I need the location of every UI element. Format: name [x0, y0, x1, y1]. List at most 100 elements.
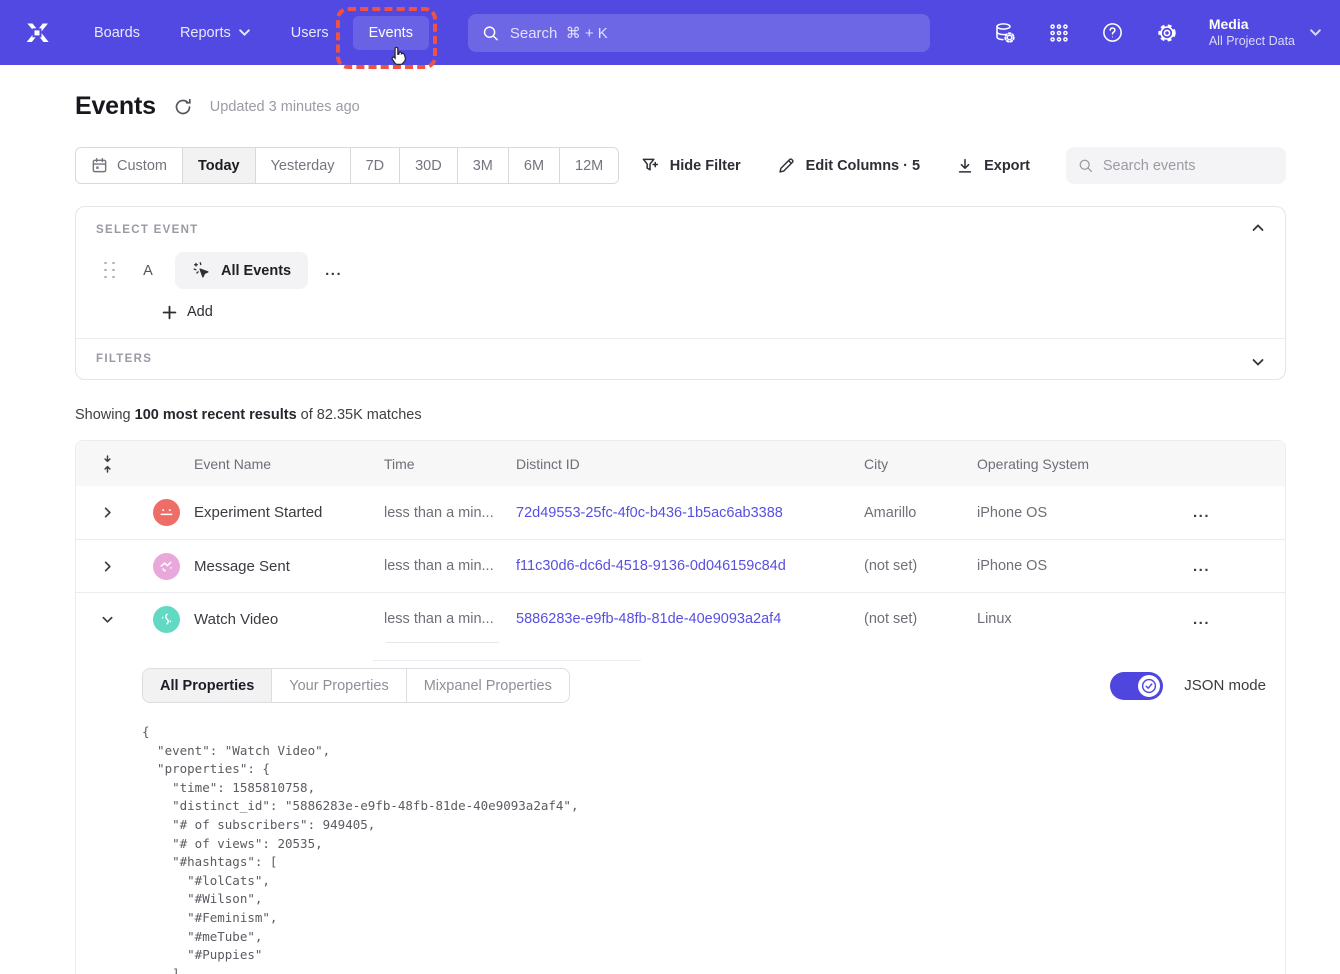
date-range-3m[interactable]: 3M — [457, 148, 508, 183]
date-range-today[interactable]: Today — [182, 148, 255, 183]
export-button[interactable]: Export — [956, 157, 1030, 175]
table-row-expanded[interactable]: Watch Video less than a min... 5886283e-… — [76, 592, 1285, 645]
primary-nav: Boards Reports Users Events — [78, 16, 429, 50]
tab-mixpanel-properties[interactable]: Mixpanel Properties — [406, 669, 569, 702]
page-title: Events — [75, 92, 156, 121]
filters-section[interactable]: FILTERS — [76, 338, 1285, 379]
table-header-row: Event Name Time Distinct ID City Operati… — [76, 441, 1285, 486]
chevron-right-icon — [101, 506, 114, 519]
expand-row-button[interactable] — [76, 560, 138, 573]
event-name: Watch Video — [194, 611, 384, 628]
hide-filter-button[interactable]: Hide Filter — [641, 156, 741, 175]
filters-label: FILTERS — [96, 353, 1265, 365]
tab-your-properties[interactable]: Your Properties — [271, 669, 405, 702]
apps-grid-icon[interactable] — [1047, 21, 1071, 45]
add-event-button[interactable]: Add — [96, 304, 213, 320]
event-time: less than a min... — [384, 611, 516, 627]
nav-item-users[interactable]: Users — [275, 16, 345, 50]
event-selector-pill[interactable]: All Events — [175, 252, 308, 289]
top-nav: X Boards Reports Users Events — [0, 0, 1340, 65]
collapse-all-icon[interactable] — [76, 455, 138, 473]
event-selector-label: All Events — [221, 263, 291, 279]
tab-all-properties[interactable]: All Properties — [143, 669, 271, 702]
search-events-input[interactable] — [1103, 158, 1274, 174]
column-header-distinct-id[interactable]: Distinct ID — [516, 456, 864, 472]
event-os: iPhone OS — [977, 505, 1177, 521]
date-range-6m[interactable]: 6M — [508, 148, 559, 183]
main-content: Events Updated 3 minutes ago Custom Toda… — [0, 65, 1340, 974]
event-city: (not set) — [864, 558, 977, 574]
event-json-view: { "event": "Watch Video", "properties": … — [142, 723, 1266, 974]
global-search[interactable] — [468, 14, 930, 52]
toolbar-actions: Hide Filter Edit Columns · 5 Export — [641, 147, 1286, 184]
nav-item-reports[interactable]: Reports — [164, 16, 267, 50]
download-icon — [956, 157, 974, 175]
chevron-down-icon[interactable] — [1251, 355, 1265, 369]
help-icon[interactable] — [1101, 21, 1125, 45]
date-range-custom[interactable]: Custom — [76, 148, 182, 183]
time-tooltip-edge — [373, 660, 641, 661]
settings-gear-icon[interactable] — [1155, 21, 1179, 45]
date-range-12m[interactable]: 12M — [559, 148, 618, 183]
event-avatar — [153, 606, 180, 633]
project-name: Media — [1209, 15, 1295, 33]
edit-columns-button[interactable]: Edit Columns · 5 — [777, 156, 920, 175]
chevron-down-icon — [238, 26, 251, 39]
select-event-section: SELECT EVENT A All Events ... Ad — [76, 207, 1285, 338]
drag-handle-icon[interactable] — [104, 262, 116, 280]
search-events-box[interactable] — [1066, 147, 1286, 184]
distinct-id-link[interactable]: 5886283e-e9fb-48fb-81de-40e9093a2af4 — [516, 611, 864, 627]
date-range-7d[interactable]: 7D — [350, 148, 400, 183]
row-menu-button[interactable]: ... — [1177, 611, 1285, 628]
plus-icon — [162, 305, 177, 320]
face-icon — [157, 610, 176, 629]
last-updated-text: Updated 3 minutes ago — [210, 99, 360, 115]
select-event-label: SELECT EVENT — [96, 224, 1265, 236]
event-more-menu[interactable]: ... — [325, 263, 342, 278]
distinct-id-link[interactable]: f11c30d6-dc6d-4518-9136-0d046159c84d — [516, 558, 864, 574]
face-icon — [157, 557, 176, 576]
time-tooltip-edge — [386, 642, 499, 643]
row-menu-button[interactable]: ... — [1177, 558, 1285, 575]
event-clause-row: A All Events ... — [96, 252, 1265, 289]
chevron-down-icon — [1309, 26, 1322, 39]
query-builder-card: SELECT EVENT A All Events ... Ad — [75, 206, 1286, 380]
column-header-city[interactable]: City — [864, 456, 977, 472]
checkmark-icon — [1141, 678, 1157, 694]
expand-row-button[interactable] — [76, 506, 138, 519]
json-mode-label: JSON mode — [1184, 677, 1266, 694]
page-header: Events Updated 3 minutes ago — [75, 92, 1286, 121]
table-row[interactable]: Experiment Started less than a min... 72… — [76, 486, 1285, 539]
event-name: Message Sent — [194, 558, 384, 575]
column-header-time[interactable]: Time — [384, 456, 516, 472]
table-row[interactable]: Message Sent less than a min... f11c30d6… — [76, 539, 1285, 592]
global-search-input[interactable] — [510, 25, 916, 42]
hand-cursor-icon — [388, 44, 410, 68]
mixpanel-logo-icon[interactable]: X — [20, 19, 54, 47]
nav-item-boards[interactable]: Boards — [78, 16, 156, 50]
date-range-yesterday[interactable]: Yesterday — [255, 148, 350, 183]
project-selector[interactable]: Media All Project Data — [1209, 15, 1322, 49]
collapse-row-button[interactable] — [76, 613, 138, 626]
date-range-30d[interactable]: 30D — [399, 148, 457, 183]
json-mode-toggle[interactable] — [1110, 672, 1163, 700]
event-avatar — [153, 499, 180, 526]
distinct-id-link[interactable]: 72d49553-25fc-4f0c-b436-1b5ac6ab3388 — [516, 505, 864, 521]
event-time: less than a min... — [384, 505, 516, 521]
event-detail-panel: All Properties Your Properties Mixpanel … — [76, 645, 1285, 974]
chevron-right-icon — [101, 560, 114, 573]
sparkle-cursor-icon — [192, 261, 211, 280]
data-management-icon[interactable] — [993, 21, 1017, 45]
event-avatar — [153, 553, 180, 580]
project-scope: All Project Data — [1209, 33, 1295, 49]
toggle-knob — [1138, 675, 1160, 697]
refresh-icon[interactable] — [173, 97, 193, 117]
chevron-up-icon[interactable] — [1251, 221, 1265, 235]
column-header-event-name[interactable]: Event Name — [194, 456, 384, 472]
row-menu-button[interactable]: ... — [1177, 504, 1285, 521]
event-city: (not set) — [864, 611, 977, 627]
nav-right-cluster: Media All Project Data — [993, 0, 1340, 65]
column-header-os[interactable]: Operating System — [977, 456, 1177, 472]
event-os: Linux — [977, 611, 1177, 627]
event-os: iPhone OS — [977, 558, 1177, 574]
